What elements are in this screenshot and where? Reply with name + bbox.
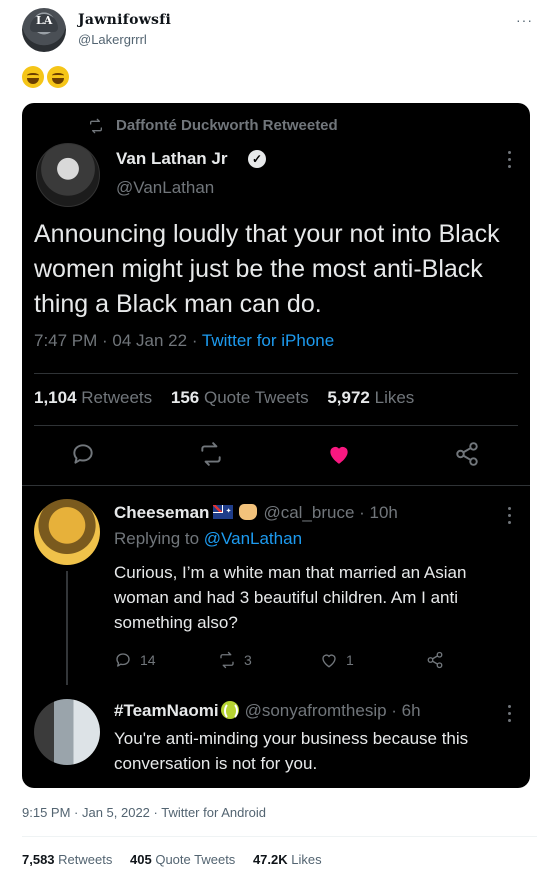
thread-line — [66, 571, 68, 685]
retweet-button[interactable]: 3 — [218, 649, 252, 671]
engagement-stats: 1,104 Retweets 156 Quote Tweets 5,972 Li… — [34, 388, 414, 408]
avatar[interactable] — [36, 143, 100, 207]
avatar-logo-text: LA — [36, 14, 53, 27]
like-count: 1 — [346, 652, 354, 668]
rofl-emoji-icon — [47, 66, 69, 89]
author-name[interactable]: #TeamNaomi — [114, 701, 219, 720]
retweets-stat[interactable]: 7,583 Retweets — [22, 852, 112, 867]
footer-engagement-stats: 7,583 Retweets 405 Quote Tweets 47.2K Li… — [22, 852, 322, 867]
retweeted-by-label[interactable]: Daffonté Duckworth Retweeted — [116, 117, 338, 134]
tweet-timestamp[interactable]: 9:15 PM · Jan 5, 2022 · Twitter for Andr… — [22, 805, 266, 820]
like-heart-icon[interactable] — [326, 441, 352, 467]
reply-actions: 14 3 1 — [114, 649, 514, 671]
author-handle[interactable]: @sonyafromthesip — [245, 701, 387, 720]
divider — [34, 373, 518, 374]
share-button[interactable] — [426, 649, 452, 671]
tweet-meta: 7:47 PM · 04 Jan 22 · Twitter for iPhone — [34, 331, 334, 351]
reply-count: 14 — [140, 652, 156, 668]
retweet-count: 3 — [244, 652, 252, 668]
tweet-source-link[interactable]: Twitter for iPhone — [202, 331, 334, 350]
display-name[interactable]: Jawnifowsfi — [78, 12, 171, 28]
reply-icon — [116, 653, 130, 667]
rofl-emoji-icon — [22, 66, 44, 89]
reply-text: Curious, I’m a white man that married an… — [114, 563, 467, 632]
author-handle[interactable]: @VanLathan — [116, 178, 214, 198]
divider — [22, 836, 537, 837]
divider — [34, 425, 518, 426]
reply-button[interactable]: 14 — [114, 649, 156, 671]
reply-header: Cheeseman@cal_bruce · 10h — [114, 503, 398, 523]
divider — [22, 485, 530, 486]
avatar[interactable]: LA — [22, 8, 66, 52]
australia-flag-icon — [213, 505, 234, 519]
more-options-icon[interactable]: ··· — [516, 12, 533, 28]
like-heart-icon — [322, 654, 336, 668]
outer-tweet-header: LA Jawnifowsfi @Lakergrrrl ··· — [22, 8, 537, 52]
fist-emoji-icon — [239, 504, 258, 520]
retweet-icon[interactable] — [198, 441, 224, 467]
verified-badge-icon: ✓ — [248, 150, 266, 168]
retweets-stat[interactable]: 1,104 Retweets — [34, 388, 152, 407]
author-handle[interactable]: @cal_bruce — [263, 503, 354, 522]
reply-header: #TeamNaomi @sonyafromthesip · 6h — [114, 701, 421, 720]
quotes-stat[interactable]: 156 Quote Tweets — [171, 388, 309, 407]
replying-to: Replying to @VanLathan — [114, 529, 303, 548]
likes-stat[interactable]: 5,972 Likes — [327, 388, 414, 407]
share-icon — [427, 651, 443, 669]
tweet-time[interactable]: 7:47 PM · 04 Jan 22 · — [34, 331, 202, 350]
author-name[interactable]: Cheeseman — [114, 503, 209, 522]
user-handle[interactable]: @Lakergrrrl — [78, 32, 147, 47]
replying-to-link[interactable]: @VanLathan — [204, 529, 302, 548]
tweet-body: Announcing loudly that your not into Bla… — [34, 220, 500, 318]
quoted-screenshot: Daffonté Duckworth Retweeted Van Lathan … — [22, 103, 530, 788]
more-options-icon[interactable] — [508, 507, 514, 525]
more-options-icon[interactable] — [508, 151, 514, 169]
reply-age[interactable]: 6h — [402, 701, 421, 720]
more-options-icon[interactable] — [508, 705, 514, 723]
reply-age[interactable]: 10h — [370, 503, 398, 522]
likes-stat[interactable]: 47.2K Likes — [253, 852, 322, 867]
avatar[interactable] — [34, 699, 100, 765]
avatar[interactable] — [34, 499, 100, 565]
tweet-actions — [22, 441, 530, 471]
quotes-stat[interactable]: 405 Quote Tweets — [130, 852, 235, 867]
reply-icon[interactable] — [70, 441, 96, 467]
retweet-icon — [90, 118, 102, 134]
reply-text: You're anti-minding your business becaus… — [114, 729, 469, 773]
retweet-icon — [220, 651, 234, 669]
share-icon[interactable] — [454, 441, 480, 467]
author-name[interactable]: Van Lathan Jr — [116, 149, 227, 169]
like-button[interactable]: 1 — [320, 649, 354, 671]
tennis-ball-emoji-icon — [220, 701, 239, 720]
tweet-text — [22, 62, 72, 90]
